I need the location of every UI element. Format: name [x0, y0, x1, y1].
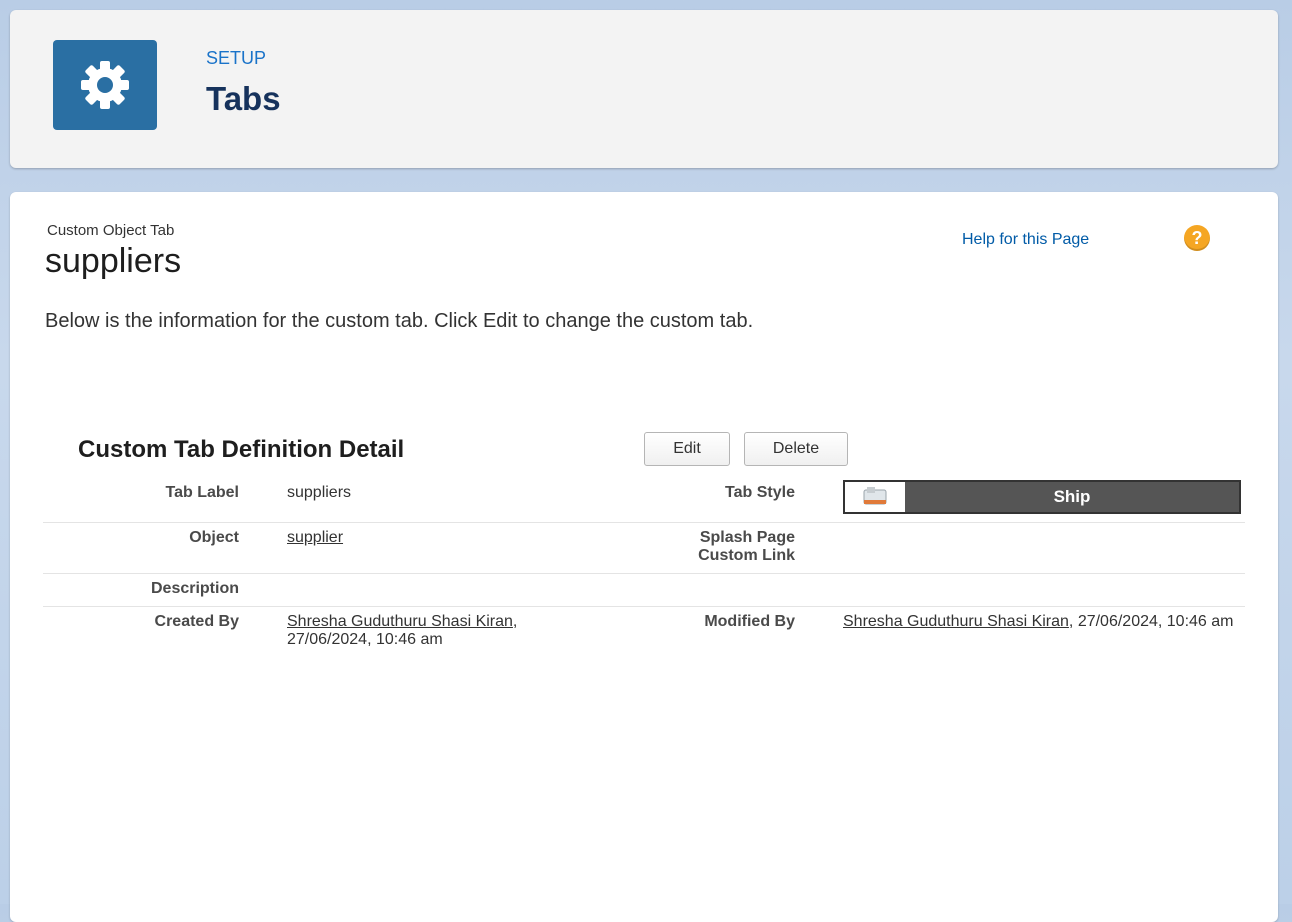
splash-page-value	[843, 523, 1245, 574]
description-value	[287, 574, 621, 607]
table-row: Created By Shresha Guduthuru Shasi Kiran…	[43, 607, 1245, 658]
tab-label-label: Tab Label	[165, 484, 240, 501]
splash-page-label: Splash Page Custom Link	[621, 523, 843, 574]
page-header: SETUP Tabs	[10, 10, 1278, 168]
delete-button[interactable]: Delete	[744, 432, 848, 466]
object-link[interactable]: supplier	[287, 529, 343, 546]
tab-style-cell: Ship	[843, 478, 1245, 523]
gear-icon	[53, 40, 157, 130]
description-label: Description	[150, 580, 239, 597]
intro-text: Below is the information for the custom …	[45, 310, 754, 332]
tab-label-value: suppliers	[287, 484, 352, 501]
tab-style-name: Ship	[905, 482, 1239, 512]
created-by-user-link[interactable]: Shresha Guduthuru Shasi Kiran	[287, 613, 513, 630]
page-title: Tabs	[206, 80, 281, 117]
detail-table: Tab Label suppliers Tab Style Ship Objec…	[43, 478, 1245, 657]
splash-label-line-1: Splash Page	[699, 529, 795, 546]
created-by-value: Shresha Guduthuru Shasi Kiran, 27/06/202…	[287, 607, 621, 658]
tab-style-label: Tab Style	[725, 484, 795, 501]
table-row: Object supplier Splash Page Custom Link	[43, 523, 1245, 574]
modified-by-date: , 27/06/2024, 10:46 am	[1068, 613, 1234, 630]
help-link[interactable]: Help for this Page	[962, 231, 1089, 249]
table-row: Tab Label suppliers Tab Style Ship	[43, 478, 1245, 523]
section-title: Custom Tab Definition Detail	[78, 436, 405, 463]
splash-label-line-2: Custom Link	[698, 547, 795, 564]
setup-label: SETUP	[206, 48, 267, 68]
modified-by-value: Shresha Guduthuru Shasi Kiran, 27/06/202…	[843, 607, 1245, 658]
modified-by-label: Modified By	[704, 613, 795, 630]
edit-button[interactable]: Edit	[644, 432, 730, 466]
record-name: suppliers	[45, 242, 182, 280]
record-type-label: Custom Object Tab	[47, 222, 175, 239]
modified-by-user-link[interactable]: Shresha Guduthuru Shasi Kiran	[843, 613, 1069, 630]
table-row: Description	[43, 574, 1245, 607]
ship-icon	[845, 482, 905, 512]
main-content: Custom Object Tab suppliers Help for thi…	[10, 192, 1278, 922]
object-label: Object	[189, 529, 239, 546]
tab-style-swatch: Ship	[843, 480, 1241, 514]
created-by-label: Created By	[154, 613, 239, 630]
object-value-cell: supplier	[287, 523, 621, 574]
question-icon[interactable]: ?	[1184, 225, 1210, 251]
